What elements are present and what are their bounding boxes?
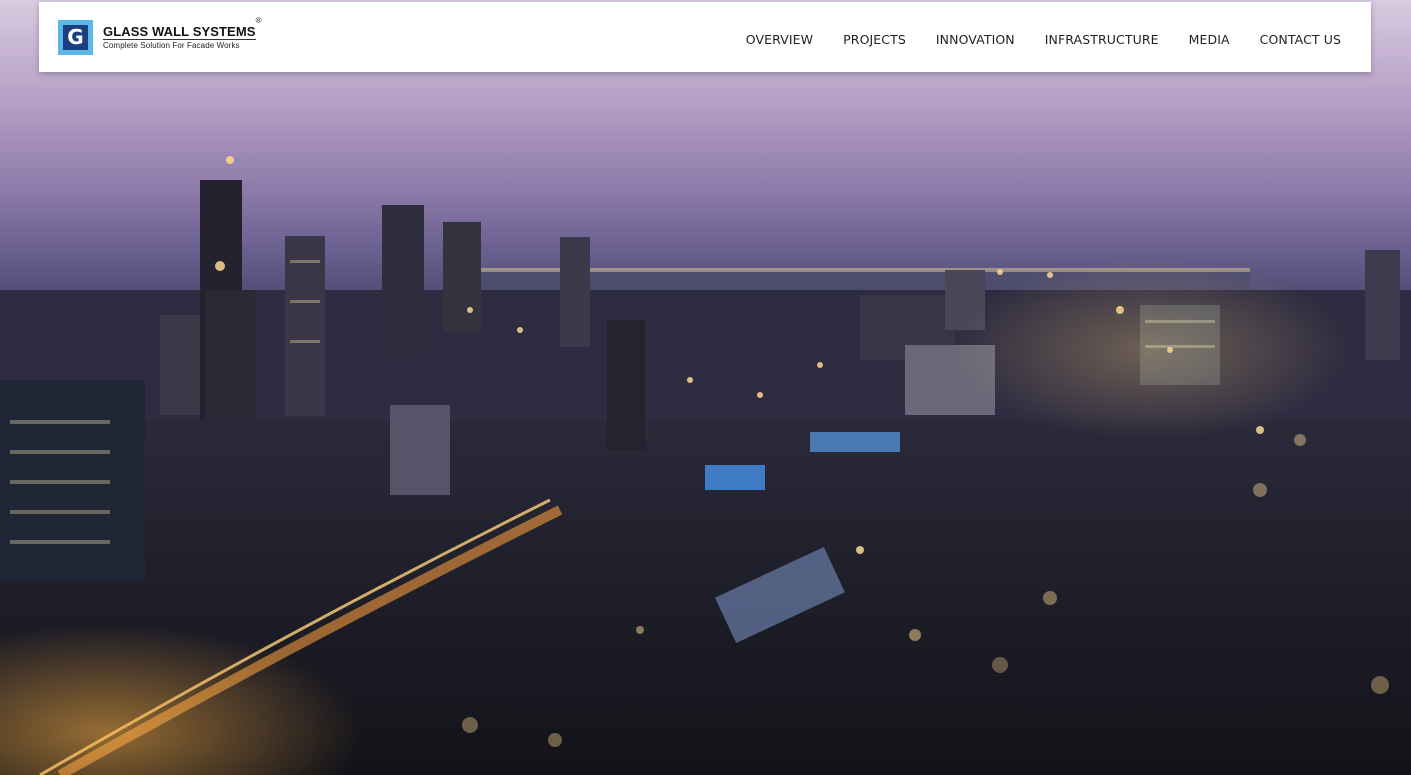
nav-item-contact-us[interactable]: CONTACT US: [1260, 32, 1341, 47]
nav-item-innovation[interactable]: INNOVATION: [936, 32, 1015, 47]
registered-mark: ®: [255, 15, 262, 25]
brand-tagline: Complete Solution For Facade Works: [103, 40, 240, 50]
logo-text: GLASS WALL SYSTEMS ® Complete Solution F…: [103, 16, 262, 50]
nav-item-media[interactable]: MEDIA: [1189, 32, 1230, 47]
nav-item-overview[interactable]: OVERVIEW: [746, 32, 813, 47]
hero-background-image: [0, 0, 1411, 775]
city-skyline-illustration: [0, 156, 1411, 775]
logo-mark-letter: G: [63, 24, 88, 50]
nav-item-projects[interactable]: PROJECTS: [843, 32, 906, 47]
site-header: G GLASS WALL SYSTEMS ® Complete Solution…: [39, 2, 1371, 72]
brand-logo[interactable]: G GLASS WALL SYSTEMS ® Complete Solution…: [58, 16, 262, 55]
page: G GLASS WALL SYSTEMS ® Complete Solution…: [0, 0, 1411, 775]
nav-item-infrastructure[interactable]: INFRASTRUCTURE: [1045, 32, 1159, 47]
main-navigation: OVERVIEW PROJECTS INNOVATION INFRASTRUCT…: [716, 32, 1341, 47]
logo-g-icon: G: [58, 19, 93, 55]
brand-name: GLASS WALL SYSTEMS: [103, 23, 256, 40]
